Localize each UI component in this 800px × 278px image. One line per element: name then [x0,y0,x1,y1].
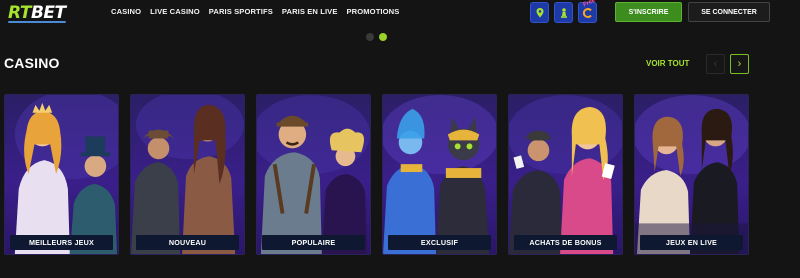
card-nouveau[interactable]: NOUVEAU [130,94,245,255]
card-art-live-dealers [635,95,748,254]
section-title: CASINO [4,55,60,71]
next-button[interactable]: › [730,54,749,74]
chess-button[interactable] [554,2,573,23]
carousel-dot-2[interactable] [379,33,387,41]
card-art-adventurers [131,95,244,254]
map-pin-icon [536,7,543,17]
card-label: MEILLEURS JEUX [10,235,113,250]
nav-live-casino[interactable]: LIVE CASINO [150,7,200,16]
card-art-explorer-jester [257,95,370,254]
chess-pawn-icon [560,7,567,18]
nav-promotions[interactable]: PROMOTIONS [347,7,400,16]
card-exclusif[interactable]: EXCLUSIF [382,94,497,255]
main-nav: CASINO LIVE CASINO PARIS SPORTIFS PARIS … [111,7,399,16]
nav-paris-en-live[interactable]: PARIS EN LIVE [282,7,338,16]
card-meilleurs-jeux[interactable]: MEILLEURS JEUX [4,94,119,255]
logo-rt: RT [8,3,31,23]
logo-bet: BET [30,3,66,23]
chevron-left-icon: ‹ [713,57,718,70]
card-jeux-en-live[interactable]: JEUX EN LIVE [634,94,749,255]
carousel-dots [366,33,387,41]
chat-icon [582,7,592,18]
prev-button[interactable]: ‹ [706,54,725,74]
card-label: JEUX EN LIVE [640,235,743,250]
logo[interactable]: RTBET [8,2,66,24]
map-pin-button[interactable] [530,2,549,23]
carousel-dot-1[interactable] [366,33,374,41]
card-art-queen-king [14,95,118,254]
card-achats-de-bonus[interactable]: ACHATS DE BONUS [508,94,623,255]
nav-paris-sportifs[interactable]: PARIS SPORTIFS [209,7,273,16]
nav-casino[interactable]: CASINO [111,7,141,16]
card-populaire[interactable]: POPULAIRE [256,94,371,255]
card-label: NOUVEAU [136,235,239,250]
card-label: POPULAIRE [262,235,365,250]
card-art-gods-cat [383,95,496,254]
register-button[interactable]: S'INSCRIRE [615,2,682,22]
card-label: EXCLUSIF [388,235,491,250]
login-button[interactable]: SE CONNECTER [688,2,770,22]
top-bar: RTBET CASINO LIVE CASINO PARIS SPORTIFS … [0,0,800,26]
chevron-right-icon: › [737,57,742,70]
card-label: ACHATS DE BONUS [514,235,617,250]
see-all-link[interactable]: VOIR TOUT [646,59,689,68]
card-art-cowboy-cards [509,95,622,254]
